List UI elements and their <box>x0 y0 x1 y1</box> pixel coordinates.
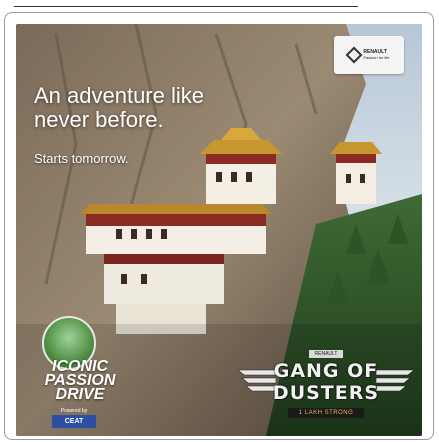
ceat-logo: CEAT <box>52 415 96 428</box>
renault-wordmark: RENAULT Passion for life <box>363 49 389 61</box>
god-strap: 1 LAKH STRONG <box>288 408 364 418</box>
renault-logo: RENAULT Passion for life <box>334 36 404 74</box>
ipd-line-3: DRIVE <box>55 386 105 403</box>
gang-of-dusters-logo: RENAULT GANG OF DUSTERS 1 LAKH STRONG <box>236 346 416 430</box>
post-frame: An adventure like never before. Starts t… <box>0 0 439 442</box>
god-line-1: GANG OF <box>273 360 379 382</box>
headline-line-2: never before. <box>34 107 164 132</box>
advert-image[interactable]: An adventure like never before. Starts t… <box>16 24 422 436</box>
god-brand-small: RENAULT <box>309 350 343 358</box>
renault-tagline: Passion for life <box>363 55 390 60</box>
iconic-passion-drive-logo: ICONIC PASSION DRIVE Powered by CEAT <box>30 316 140 432</box>
ad-subline: Starts tomorrow. <box>34 151 129 166</box>
renault-diamond-icon <box>345 46 363 64</box>
top-divider <box>14 6 358 7</box>
ipd-powered-by: Powered by <box>60 408 88 414</box>
ad-headline: An adventure like never before. <box>34 84 264 132</box>
headline-line-1: An adventure like <box>34 83 204 108</box>
ipd-wordmark: ICONIC PASSION DRIVE <box>30 359 130 403</box>
god-line-2: DUSTERS <box>272 382 380 404</box>
